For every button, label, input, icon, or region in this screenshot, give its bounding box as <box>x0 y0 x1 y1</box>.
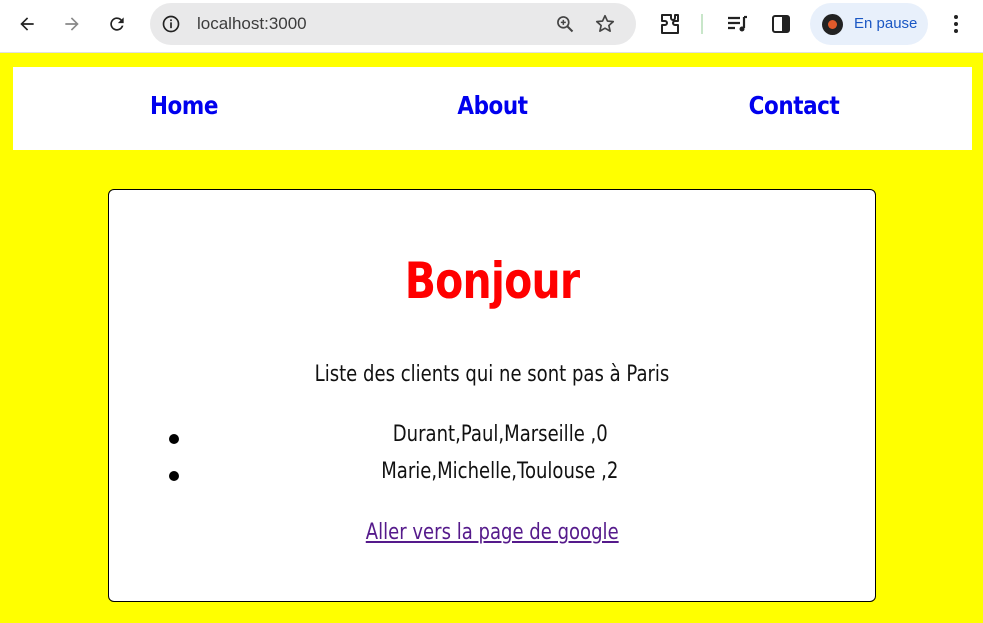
back-arrow-icon <box>20 17 34 31</box>
extensions-puzzle-icon[interactable] <box>658 12 682 36</box>
reload-icon <box>110 17 124 31</box>
list-item: Marie,Michelle,Toulouse ,2 <box>109 459 875 496</box>
profile-button[interactable]: En pause <box>810 3 928 45</box>
client-list: Durant,Paul,Marseille ,0 Marie,Michelle,… <box>109 422 875 496</box>
browser-toolbar: localhost:3000 En pause <box>0 0 983 53</box>
client-entry: Marie,Michelle,Toulouse ,2 <box>381 459 619 484</box>
nav-link-home[interactable]: Home <box>149 91 220 120</box>
more-options-icon[interactable] <box>944 12 968 36</box>
forward-button[interactable] <box>57 9 87 39</box>
forward-arrow-icon <box>65 17 79 31</box>
page-title: Bonjour <box>404 252 580 310</box>
url-text[interactable]: localhost:3000 <box>197 14 307 34</box>
toolbar-divider <box>701 14 703 34</box>
list-item: Durant,Paul,Marseille ,0 <box>109 422 875 459</box>
profile-status-label: En pause <box>854 15 918 32</box>
bullet-icon <box>169 471 179 481</box>
zoom-icon[interactable] <box>555 14 575 34</box>
google-link[interactable]: Aller vers la page de google <box>366 520 619 545</box>
reload-button[interactable] <box>102 9 132 39</box>
site-info-icon[interactable] <box>161 14 181 34</box>
google-link-container: Aller vers la page de google <box>109 520 875 545</box>
profile-avatar <box>822 14 843 35</box>
client-entry: Durant,Paul,Marseille ,0 <box>392 422 608 447</box>
side-panel-icon[interactable] <box>769 12 793 36</box>
back-button[interactable] <box>12 9 42 39</box>
nav-link-contact[interactable]: Contact <box>746 91 842 120</box>
content-card: Bonjour Liste des clients qui ne sont pa… <box>108 189 876 602</box>
media-controls-icon[interactable] <box>725 12 749 36</box>
bookmark-star-icon[interactable] <box>594 13 616 35</box>
client-list-heading: Liste des clients qui ne sont pas à Pari… <box>314 362 670 387</box>
address-bar[interactable]: localhost:3000 <box>150 3 636 45</box>
nav-link-about[interactable]: About <box>452 91 534 120</box>
bullet-icon <box>169 434 179 444</box>
site-navigation: Home About Contact <box>13 67 972 150</box>
